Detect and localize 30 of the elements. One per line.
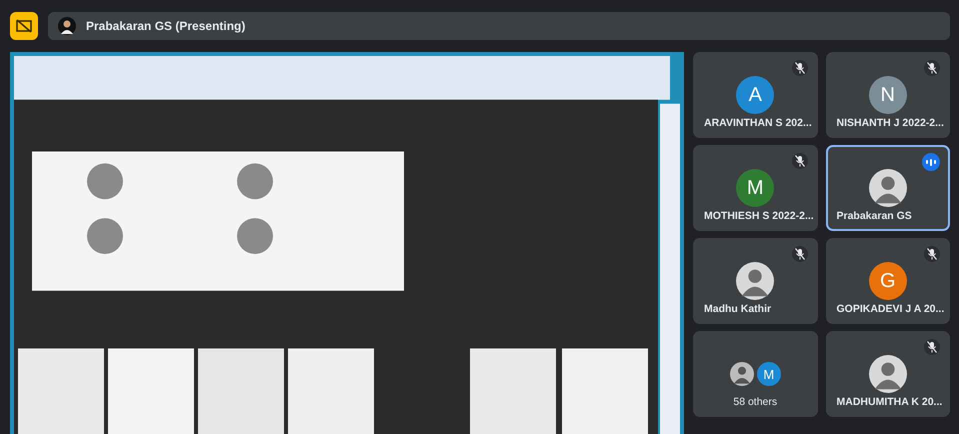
participant-name: GOPIKADEVI J A 20... <box>836 303 944 315</box>
presentation-button[interactable] <box>10 12 38 40</box>
participant-name: 58 others <box>732 396 778 408</box>
participant-name: MOTHIESH S 2022-2... <box>704 210 814 222</box>
participant-name: Prabakaran GS <box>836 210 912 222</box>
avatar <box>736 262 774 300</box>
avatar <box>58 17 76 35</box>
avatar <box>868 355 907 393</box>
participant-tile[interactable]: M 58 others <box>693 331 818 417</box>
participant-tile[interactable]: M MOTHIESH S 2022-2... <box>693 145 818 231</box>
avatar <box>730 362 754 386</box>
avatar <box>868 169 907 207</box>
participant-tile[interactable]: Prabakaran GS <box>826 145 950 231</box>
participant-tile[interactable]: Madhu Kathir <box>693 238 818 324</box>
participant-tile[interactable]: G GOPIKADEVI J A 20... <box>826 238 950 324</box>
participant-name: NISHANTH J 2022-2... <box>836 117 944 129</box>
participant-tile[interactable]: N NISHANTH J 2022-2... <box>826 52 950 138</box>
presenter-label: Prabakaran GS (Presenting) <box>86 19 246 33</box>
participant-name: Madhu Kathir <box>704 303 772 315</box>
participant-name: ARAVINTHAN S 202... <box>704 117 812 129</box>
avatar: N <box>868 76 907 114</box>
avatar: A <box>736 76 774 114</box>
screen-off-icon <box>16 19 32 33</box>
participant-tile[interactable]: MADHUMITHA K 20... <box>826 331 950 417</box>
participant-tile[interactable]: A ARAVINTHAN S 202... <box>693 52 818 138</box>
avatar: M <box>756 362 781 386</box>
speaking-indicator-icon <box>922 153 940 171</box>
avatar: M <box>736 169 774 207</box>
participant-name: MADHUMITHA K 20... <box>836 396 942 408</box>
avatar: G <box>868 262 907 300</box>
